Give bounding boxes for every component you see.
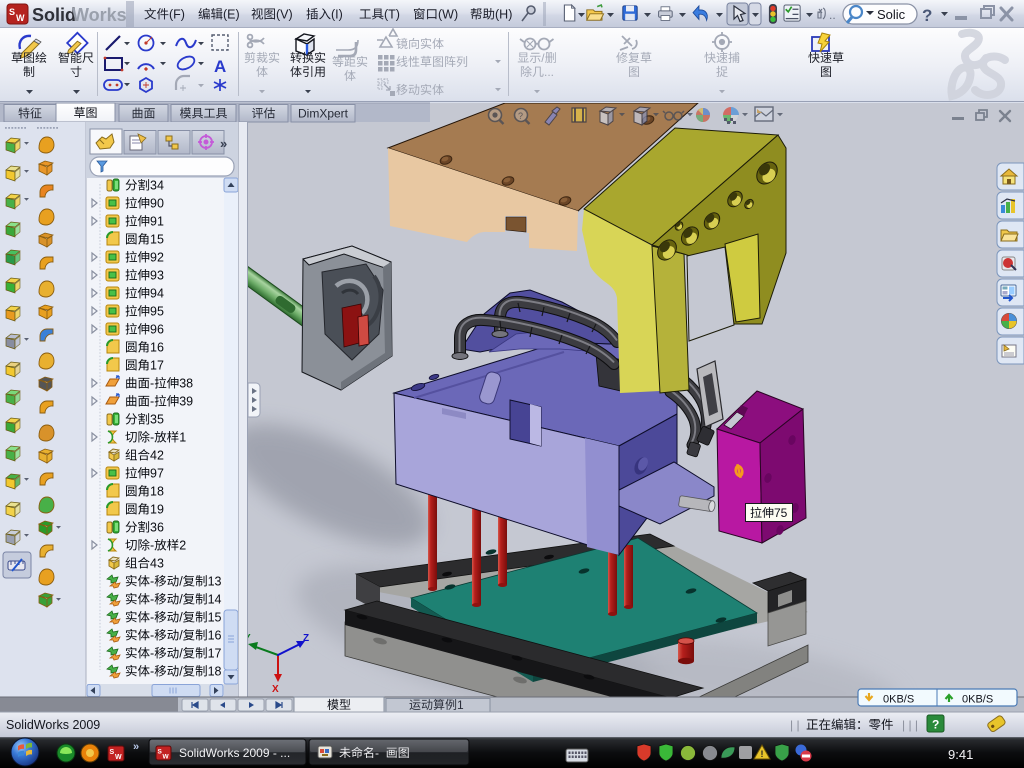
svg-text:(V): (V) <box>276 8 293 22</box>
svg-text:-: - <box>150 575 154 589</box>
svg-text:43: 43 <box>150 557 164 571</box>
svg-text:SolidWorks 2009: SolidWorks 2009 <box>6 718 100 732</box>
svg-text:-: - <box>150 665 154 679</box>
svg-text:14: 14 <box>208 593 222 607</box>
svg-text:19: 19 <box>150 503 164 517</box>
svg-text:38: 38 <box>179 377 193 391</box>
svg-text:?: ? <box>922 6 932 25</box>
svg-text:36: 36 <box>150 521 164 535</box>
svg-text:-: - <box>150 395 154 409</box>
svg-text:17: 17 <box>150 359 164 373</box>
svg-text:»: » <box>133 741 139 753</box>
svg-text:/: / <box>179 593 183 607</box>
svg-text:17: 17 <box>208 647 222 661</box>
svg-text:/: / <box>179 665 183 679</box>
svg-text:Z: Z <box>303 633 309 644</box>
svg-text:-: - <box>150 629 154 643</box>
svg-text:94: 94 <box>150 287 164 301</box>
svg-text:..: .. <box>829 8 836 22</box>
svg-text:15: 15 <box>150 233 164 247</box>
svg-text:»: » <box>220 136 227 151</box>
svg-text:-: - <box>150 611 154 625</box>
svg-text:39: 39 <box>179 395 193 409</box>
svg-text:(T): (T) <box>384 8 400 22</box>
svg-text:W: W <box>163 754 170 761</box>
svg-text:92: 92 <box>150 251 164 265</box>
svg-text:X: X <box>272 684 279 695</box>
svg-text:-: - <box>150 539 154 553</box>
svg-text:Works: Works <box>72 5 127 25</box>
svg-text:...: ... <box>544 65 554 79</box>
svg-text:Solic: Solic <box>877 7 906 22</box>
svg-text:S: S <box>110 749 115 756</box>
svg-text:1: 1 <box>457 698 464 712</box>
svg-text:13: 13 <box>208 575 222 589</box>
svg-text:91: 91 <box>150 215 164 229</box>
svg-text:93: 93 <box>150 269 164 283</box>
svg-text:(H): (H) <box>495 8 512 22</box>
svg-text:96: 96 <box>150 323 164 337</box>
svg-text:Solid: Solid <box>32 5 76 25</box>
svg-text:-: - <box>150 647 154 661</box>
svg-text:| |: | | <box>790 718 800 732</box>
svg-text:-: - <box>150 377 154 391</box>
svg-text:16: 16 <box>208 629 222 643</box>
svg-text:18: 18 <box>208 665 222 679</box>
svg-text:!: ! <box>761 749 764 759</box>
svg-text:-: - <box>375 746 379 760</box>
svg-text:/: / <box>179 611 183 625</box>
svg-text:15: 15 <box>208 611 222 625</box>
svg-text:16: 16 <box>150 341 164 355</box>
svg-text:A: A <box>214 57 226 76</box>
svg-text:95: 95 <box>150 305 164 319</box>
svg-text:9:41: 9:41 <box>948 747 973 762</box>
svg-text:0KB/S: 0KB/S <box>962 694 993 706</box>
svg-text:-: - <box>150 593 154 607</box>
svg-text:/: / <box>179 575 183 589</box>
svg-text:SolidWorks 2009 - ...: SolidWorks 2009 - ... <box>179 746 290 760</box>
svg-text:34: 34 <box>150 179 164 193</box>
svg-text:0KB/S: 0KB/S <box>883 694 914 706</box>
svg-text:S: S <box>9 7 15 17</box>
svg-text:35: 35 <box>150 413 164 427</box>
svg-text:75: 75 <box>774 506 788 520</box>
svg-text:?: ? <box>932 718 939 732</box>
svg-text:2: 2 <box>179 539 186 553</box>
svg-text:W: W <box>16 13 25 23</box>
svg-text:90: 90 <box>150 197 164 211</box>
svg-text:(I): (I) <box>331 8 343 22</box>
svg-text:(W): (W) <box>438 8 458 22</box>
svg-text:18: 18 <box>150 485 164 499</box>
svg-text:DimXpert: DimXpert <box>298 107 349 121</box>
svg-text:W: W <box>115 754 122 761</box>
svg-text:(E): (E) <box>223 8 240 22</box>
svg-text:97: 97 <box>150 467 164 481</box>
svg-text:/: / <box>179 629 183 643</box>
svg-text:| | |: | | | <box>902 718 918 732</box>
svg-text:(F): (F) <box>169 8 185 22</box>
svg-text:-: - <box>150 431 154 445</box>
svg-text:/: / <box>179 647 183 661</box>
svg-text:42: 42 <box>150 449 164 463</box>
svg-text:1: 1 <box>179 431 186 445</box>
svg-text:?: ? <box>518 111 523 121</box>
